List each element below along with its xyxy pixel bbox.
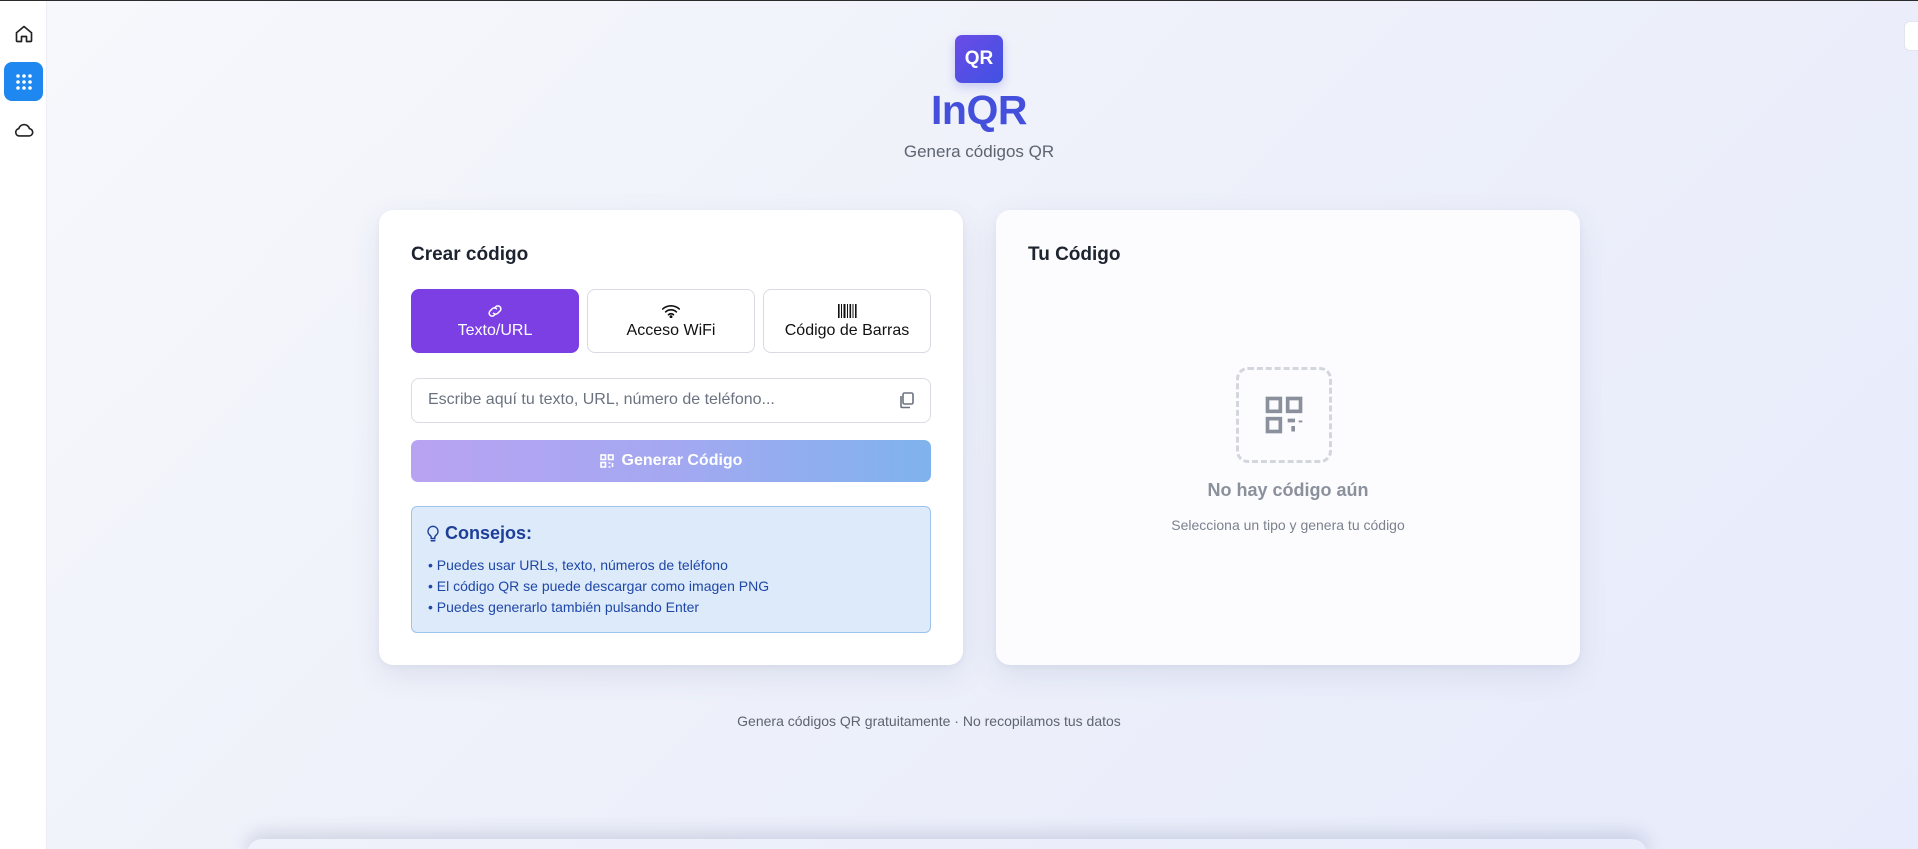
paste-icon[interactable] [898, 391, 916, 409]
tip-item: Puedes generarlo también pulsando Enter [428, 597, 769, 618]
qr-code-icon [599, 454, 614, 468]
app-title: InQR [931, 87, 1027, 133]
tab-text-url[interactable]: Texto/URL [411, 289, 579, 353]
side-panel-handle[interactable] [1904, 21, 1918, 51]
app-logo: QR [955, 35, 1003, 83]
tab-barcode-label: Código de Barras [784, 322, 910, 339]
left-sidebar [0, 1, 47, 849]
tab-wifi[interactable]: Acceso WiFi [587, 289, 755, 353]
qr-placeholder-icon [1265, 396, 1303, 434]
app-subtitle: Genera códigos QR [903, 142, 1055, 161]
home-icon [15, 25, 32, 42]
logo-text: QR [964, 48, 994, 69]
text-input-container [411, 378, 931, 423]
main-area: QR InQR Genera códigos QR Crear código T… [47, 1, 1918, 849]
empty-state-subtitle: Selecciona un tipo y genera tu código [1171, 517, 1405, 533]
empty-state-title: No hay código aún [1207, 480, 1369, 500]
tab-text-url-label: Texto/URL [457, 322, 533, 339]
home-button[interactable] [4, 14, 43, 53]
wifi-icon [661, 305, 681, 318]
tips-title-text: Consejos: [445, 523, 533, 543]
link-icon [488, 305, 502, 317]
barcode-icon [838, 304, 857, 318]
cloud-button[interactable] [4, 110, 43, 149]
footer-text: Genera códigos QR gratuitamente · No rec… [737, 713, 1121, 729]
grid-icon [15, 73, 32, 90]
create-code-card: Crear código Texto/URL Acceso WiFi Códig… [379, 210, 963, 665]
result-card: Tu Código No hay código aún Selecciona u… [996, 210, 1580, 665]
tips-list: Puedes usar URLs, texto, números de telé… [428, 555, 769, 618]
tip-item: Puedes usar URLs, texto, números de telé… [428, 555, 769, 576]
bottom-panel-shadow [247, 839, 1647, 849]
generate-code-button[interactable]: Generar Código [411, 440, 931, 482]
tab-wifi-label: Acceso WiFi [626, 322, 716, 339]
result-card-title: Tu Código [1028, 244, 1121, 265]
generate-code-label: Generar Código [621, 452, 743, 469]
tips-box: Consejos: Puedes usar URLs, texto, númer… [411, 506, 931, 633]
apps-button[interactable] [4, 62, 43, 101]
lightbulb-icon [427, 525, 439, 541]
window-top-border [0, 0, 1918, 1]
create-card-title: Crear código [411, 244, 529, 265]
tab-barcode[interactable]: Código de Barras [763, 289, 931, 353]
cloud-icon [14, 123, 33, 137]
empty-qr-placeholder [1236, 367, 1332, 463]
code-type-tabs: Texto/URL Acceso WiFi Código de Barras [411, 289, 931, 353]
tips-title: Consejos: [426, 523, 532, 544]
text-url-input[interactable] [412, 379, 892, 421]
tip-item: El código QR se puede descargar como ima… [428, 576, 769, 597]
